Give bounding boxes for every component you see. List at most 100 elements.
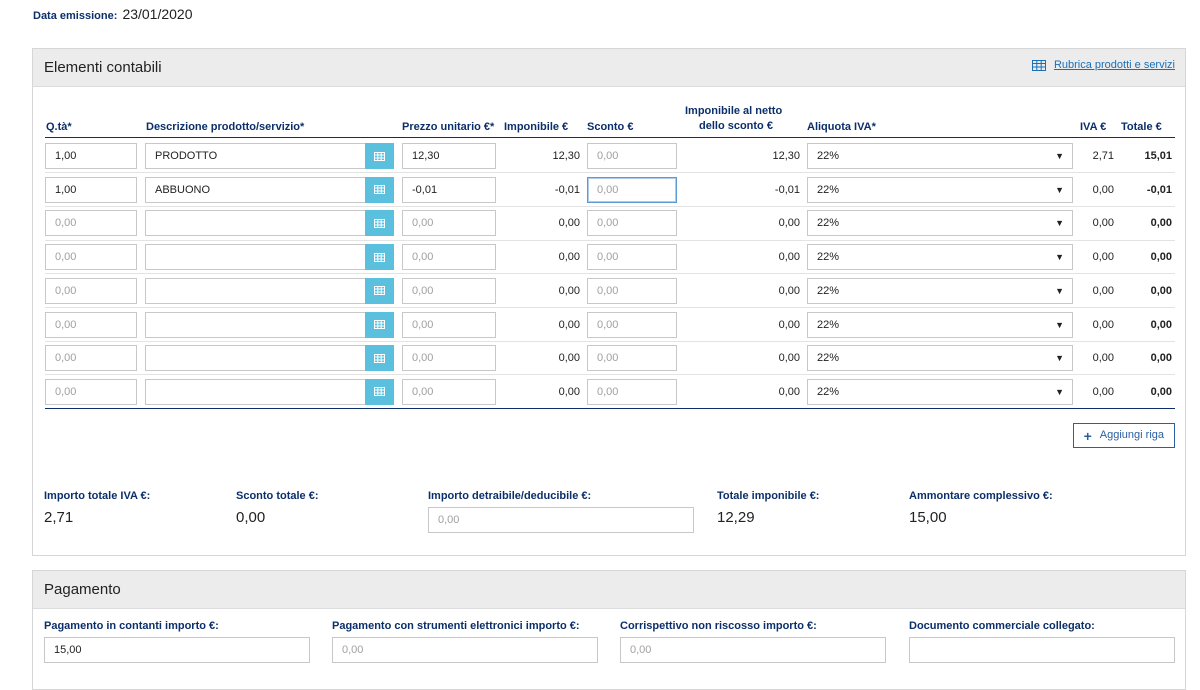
qta-input[interactable]: 0,00 xyxy=(45,244,137,271)
aliquota-select[interactable]: 22% ▼ xyxy=(807,378,1073,405)
descrizione-input[interactable] xyxy=(145,277,367,304)
aggiungi-riga-label: Aggiungi riga xyxy=(1099,429,1164,441)
imponibile-value: 0,00 xyxy=(558,352,580,365)
caret-down-icon: ▼ xyxy=(1055,386,1064,397)
detraibile-label: Importo detraibile/deducibile €: xyxy=(428,490,592,502)
table-row: 0,00 0,00 0,00 0,00 0,00 22% ▼ 0,00 0,00 xyxy=(45,206,1175,240)
iva-value: 0,00 xyxy=(1092,251,1114,264)
aliquota-select[interactable]: 22% ▼ xyxy=(807,311,1073,338)
imponibile-value: 0,00 xyxy=(558,284,580,297)
rubrica-button[interactable] xyxy=(365,277,394,304)
aliquota-select[interactable]: 22% ▼ xyxy=(807,277,1073,304)
elettronici-input[interactable]: 0,00 xyxy=(332,637,598,663)
rubrica-button[interactable] xyxy=(365,210,394,237)
table-row: 1,00 PRODOTTO 12,30 12,30 0,00 12,30 22% ▼ 2,71 1… xyxy=(45,139,1175,173)
table-row: 0,00 0,00 0,00 0,00 0,00 22% ▼ 0,00 0,00 xyxy=(45,274,1175,308)
prezzo-input[interactable]: 0,00 xyxy=(402,378,496,405)
aliquota-select[interactable]: 22% ▼ xyxy=(807,143,1073,169)
sconto-input[interactable]: 0,00 xyxy=(587,143,677,169)
caret-down-icon: ▼ xyxy=(1055,151,1064,161)
descrizione-input[interactable] xyxy=(145,345,367,372)
totale-value: 0,00 xyxy=(1150,217,1172,230)
rubrica-link[interactable]: Rubrica prodotti e servizi xyxy=(1031,59,1175,71)
rubrica-button[interactable] xyxy=(365,143,394,169)
imponibile-netto-value: 0,00 xyxy=(778,385,800,398)
qta-input[interactable]: 1,00 xyxy=(45,143,137,169)
detraibile-input[interactable]: 0,00 xyxy=(428,507,694,533)
col-prezzo: Prezzo unitario €* xyxy=(402,121,495,133)
sconto-input[interactable]: 0,00 xyxy=(587,210,677,237)
elementi-contabili-panel: Elementi contabili Rubrica prodotti e se… xyxy=(32,48,1186,556)
table-row: 0,00 0,00 0,00 0,00 0,00 22% ▼ 0,00 0,00 xyxy=(45,240,1175,274)
prezzo-input[interactable]: 0,00 xyxy=(402,210,496,237)
imponibile-value: -0,01 xyxy=(554,183,580,196)
sconto-input[interactable]: 0,00 xyxy=(587,311,677,338)
descrizione-input[interactable]: ABBUONO xyxy=(145,176,367,203)
aliquota-select[interactable]: 22% ▼ xyxy=(807,244,1073,271)
rubrica-button[interactable] xyxy=(365,311,394,338)
descrizione-input[interactable] xyxy=(145,311,367,338)
elementi-contabili-header: Elementi contabili Rubrica prodotti e se… xyxy=(33,49,1185,87)
rubrica-button[interactable] xyxy=(365,345,394,372)
aliquota-value: 22% xyxy=(817,352,840,365)
elementi-contabili-title: Elementi contabili xyxy=(44,59,162,76)
prezzo-input[interactable]: 0,00 xyxy=(402,311,496,338)
importo-iva-label: Importo totale IVA €: xyxy=(44,490,151,502)
prezzo-input[interactable]: 0,00 xyxy=(402,277,496,304)
caret-down-icon: ▼ xyxy=(1055,184,1064,195)
col-qta: Q.tà* xyxy=(46,121,72,133)
qta-input[interactable]: 0,00 xyxy=(45,277,137,304)
table-row: 0,00 0,00 0,00 0,00 0,00 22% ▼ 0,00 0,00 xyxy=(45,308,1175,342)
table-icon xyxy=(374,218,385,228)
sconto-input[interactable]: 0,00 xyxy=(587,277,677,304)
sconto-input[interactable]: 0,00 xyxy=(587,378,677,405)
imponibile-netto-value: 0,00 xyxy=(778,318,800,331)
descrizione-input[interactable]: PRODOTTO xyxy=(145,143,367,169)
non-riscosso-input[interactable]: 0,00 xyxy=(620,637,886,663)
imponibile-netto-value: 12,30 xyxy=(772,150,800,162)
col-imponibile-netto: Imponibile al netto dello sconto € xyxy=(685,104,782,134)
aliquota-select[interactable]: 22% ▼ xyxy=(807,176,1073,203)
imponibile-netto-value: 0,00 xyxy=(778,251,800,264)
aliquota-select[interactable]: 22% ▼ xyxy=(807,210,1073,237)
qta-input[interactable]: 1,00 xyxy=(45,176,137,203)
imponibile-value: 12,30 xyxy=(552,150,580,162)
imponibile-value: 0,00 xyxy=(558,217,580,230)
caret-down-icon: ▼ xyxy=(1055,285,1064,296)
col-aliquota: Aliquota IVA* xyxy=(807,121,876,133)
totale-value: 0,00 xyxy=(1150,352,1172,365)
header-divider xyxy=(45,137,1175,138)
sconto-input[interactable]: 0,00 xyxy=(587,345,677,372)
iva-value: 0,00 xyxy=(1092,217,1114,230)
data-emissione: Data emissione: 23/01/2020 xyxy=(33,6,193,22)
aliquota-value: 22% xyxy=(817,284,840,297)
qta-input[interactable]: 0,00 xyxy=(45,345,137,372)
contanti-input[interactable]: 15,00 xyxy=(44,637,310,663)
rubrica-button[interactable] xyxy=(365,244,394,271)
prezzo-input[interactable]: 0,00 xyxy=(402,345,496,372)
prezzo-input[interactable]: 0,00 xyxy=(402,244,496,271)
iva-value: 0,00 xyxy=(1092,183,1114,196)
imponibile-netto-value: 0,00 xyxy=(778,352,800,365)
totale-value: 0,00 xyxy=(1150,318,1172,331)
iva-value: 0,00 xyxy=(1092,352,1114,365)
descrizione-input[interactable] xyxy=(145,378,367,405)
aggiungi-riga-button[interactable]: + Aggiungi riga xyxy=(1072,423,1175,448)
rubrica-button[interactable] xyxy=(365,176,394,203)
qta-input[interactable]: 0,00 xyxy=(45,210,137,237)
rubrica-button[interactable] xyxy=(365,378,394,405)
col-iva: IVA € xyxy=(1080,121,1107,133)
qta-input[interactable]: 0,00 xyxy=(45,311,137,338)
aliquota-select[interactable]: 22% ▼ xyxy=(807,345,1073,372)
imponibile-value: 0,00 xyxy=(558,385,580,398)
descrizione-input[interactable] xyxy=(145,210,367,237)
prezzo-input[interactable]: -0,01 xyxy=(402,176,496,203)
prezzo-input[interactable]: 12,30 xyxy=(402,143,496,169)
descrizione-input[interactable] xyxy=(145,244,367,271)
sconto-input[interactable]: 0,00 xyxy=(587,176,677,203)
sconto-input[interactable]: 0,00 xyxy=(587,244,677,271)
qta-input[interactable]: 0,00 xyxy=(45,378,137,405)
documento-input[interactable] xyxy=(909,637,1175,663)
iva-value: 0,00 xyxy=(1092,284,1114,297)
table-row: 0,00 0,00 0,00 0,00 0,00 22% ▼ 0,00 0,00 xyxy=(45,341,1175,375)
